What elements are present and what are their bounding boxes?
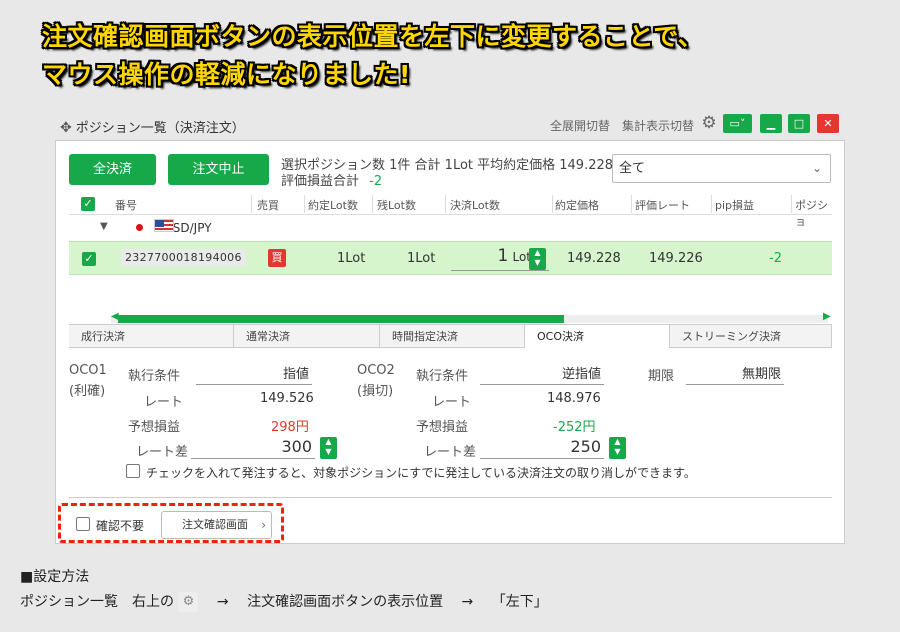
remaining-lots: 1Lot: [407, 251, 436, 266]
pip-value: -2: [769, 251, 782, 266]
oco1-pl-label: 予想損益: [128, 420, 181, 435]
gear-icon: ⚙: [178, 592, 199, 612]
headline-line2: マウス操作の軽減になりました!: [42, 60, 411, 89]
setting-path: ポジション一覧 右上の ⚙ → 注文確認画面ボタンの表示位置 → 「左下」: [20, 592, 548, 612]
col-rate: 評価レート: [635, 199, 690, 212]
us-flag-icon: [154, 219, 174, 232]
filter-select[interactable]: 全て ⌄: [612, 154, 831, 183]
oco2-rate-value: 148.976: [547, 391, 601, 406]
oco2-diff-stepper[interactable]: ▲ ▼: [609, 437, 626, 459]
col-side: 売買: [257, 199, 279, 212]
filled-lots: 1Lot: [337, 251, 366, 266]
close-icon[interactable]: ✕: [817, 114, 839, 133]
expiry-select[interactable]: 無期限: [686, 363, 784, 385]
tab-streaming[interactable]: ストリーミング決済: [670, 325, 832, 348]
window-title-bar: ✥ ポジション一覧（決済注文）: [60, 117, 245, 136]
currency-pair-group[interactable]: ▼ USD/JPY: [69, 217, 832, 241]
maximize-icon[interactable]: □: [788, 114, 810, 133]
oco2-rate-label: レート: [432, 395, 472, 410]
oco1-rate-value: 149.526: [260, 391, 314, 406]
oco1-title: OCO1: [69, 363, 107, 378]
headline-line1: 注文確認画面ボタンの表示位置を左下に変更することで、: [42, 22, 704, 51]
oco2-subtitle: (損切): [357, 384, 394, 399]
confirm-skip-label: 確認不要: [96, 519, 145, 533]
confirm-skip-checkbox[interactable]: [76, 517, 90, 531]
scroll-right-icon[interactable]: ▶: [823, 311, 831, 322]
oco1-rate-label: レート: [144, 395, 184, 410]
toggle-expand-button[interactable]: 全展開切替: [550, 117, 610, 134]
oco2-title: OCO2: [357, 363, 395, 378]
rate-value: 149.226: [649, 251, 703, 266]
oco1-diff-label: レート差: [136, 445, 189, 460]
oco2-diff-input[interactable]: 250: [480, 437, 604, 459]
order-type-tabs: 成行決済 通常決済 時間指定決済 OCO決済 ストリーミング決済: [69, 324, 832, 348]
col-remaining-lots: 残Lot数: [377, 199, 416, 212]
horizontal-scrollbar-thumb[interactable]: [118, 315, 564, 323]
select-all-checkbox[interactable]: ✓: [81, 197, 95, 211]
tab-time[interactable]: 時間指定決済: [380, 325, 525, 348]
ticket-number: 2327700018194006: [121, 249, 246, 266]
toggle-summary-button[interactable]: 集計表示切替: [622, 117, 694, 134]
oco1-diff-input[interactable]: 300: [191, 437, 315, 459]
col-filled-lots: 約定Lot数: [308, 199, 358, 212]
gear-icon[interactable]: ⚙: [700, 114, 718, 132]
tab-oco[interactable]: OCO決済: [525, 325, 670, 348]
scroll-left-icon[interactable]: ◀: [111, 311, 119, 322]
oco2-pl-value: -252円: [553, 420, 596, 435]
cancel-existing-checkbox[interactable]: [126, 464, 140, 478]
oco2-cond-label: 執行条件: [416, 369, 469, 384]
oco2-cond-select[interactable]: 逆指値: [480, 363, 604, 385]
order-confirm-screen-button[interactable]: 注文確認画面 ›: [161, 511, 272, 539]
window-title: ポジション一覧（決済注文）: [75, 121, 245, 136]
status-dot-icon: [136, 224, 143, 231]
close-lot-stepper[interactable]: ▲ ▼: [529, 248, 546, 270]
minimize-icon[interactable]: ▁: [760, 114, 782, 133]
summary-line2: 評価損益合計 -2: [281, 170, 382, 189]
summary-pl-label: 評価損益合計: [281, 174, 360, 189]
oco2-diff-label: レート差: [424, 445, 477, 460]
price-value: 149.228: [567, 251, 621, 266]
footer-divider: [69, 497, 832, 498]
close-all-button[interactable]: 全決済: [69, 154, 156, 185]
col-price: 約定価格: [555, 199, 599, 212]
oco1-cond-label: 執行条件: [128, 369, 181, 384]
filter-selected: 全て: [619, 161, 646, 176]
col-number: 番号: [115, 199, 137, 212]
oco1-cond-select[interactable]: 指値: [196, 363, 312, 385]
table-row[interactable]: ✓ 2327700018194006 買 1Lot 1Lot 1 Lot ▲ ▼ …: [69, 241, 832, 275]
cancel-order-button[interactable]: 注文中止: [168, 154, 269, 185]
chevron-down-icon: ⌄: [811, 161, 822, 175]
oco1-pl-value: 298円: [271, 420, 309, 435]
summary-pl-value: -2: [369, 174, 383, 189]
side-badge: 買: [268, 249, 286, 267]
expiry-label: 期限: [648, 369, 675, 384]
caret-down-icon[interactable]: ▼: [100, 221, 108, 232]
row-checkbox[interactable]: ✓: [82, 252, 96, 266]
table-header: ✓ 番号 売買 約定Lot数 残Lot数 決済Lot数 約定価格 評価レート p…: [69, 193, 832, 228]
cancel-existing-notice: チェックを入れて発注すると、対象ポジションにすでに発注している決済注文の取り消し…: [146, 466, 696, 480]
oco1-subtitle: (利確): [69, 384, 106, 399]
oco1-diff-stepper[interactable]: ▲ ▼: [320, 437, 337, 459]
window-dropdown-icon[interactable]: ▭˅: [723, 114, 752, 133]
setting-heading: ■設定方法: [20, 569, 90, 585]
chevron-right-icon: ›: [261, 518, 266, 532]
tab-market[interactable]: 成行決済: [69, 325, 234, 348]
col-pip: pip損益: [715, 199, 755, 212]
tab-normal[interactable]: 通常決済: [234, 325, 380, 348]
oco2-pl-label: 予想損益: [416, 420, 469, 435]
col-close-lots: 決済Lot数: [450, 199, 500, 212]
move-icon[interactable]: ✥: [60, 120, 72, 136]
position-panel: 全決済 注文中止 選択ポジション数 1件 合計 1Lot 平均約定価格 149.…: [55, 140, 845, 544]
